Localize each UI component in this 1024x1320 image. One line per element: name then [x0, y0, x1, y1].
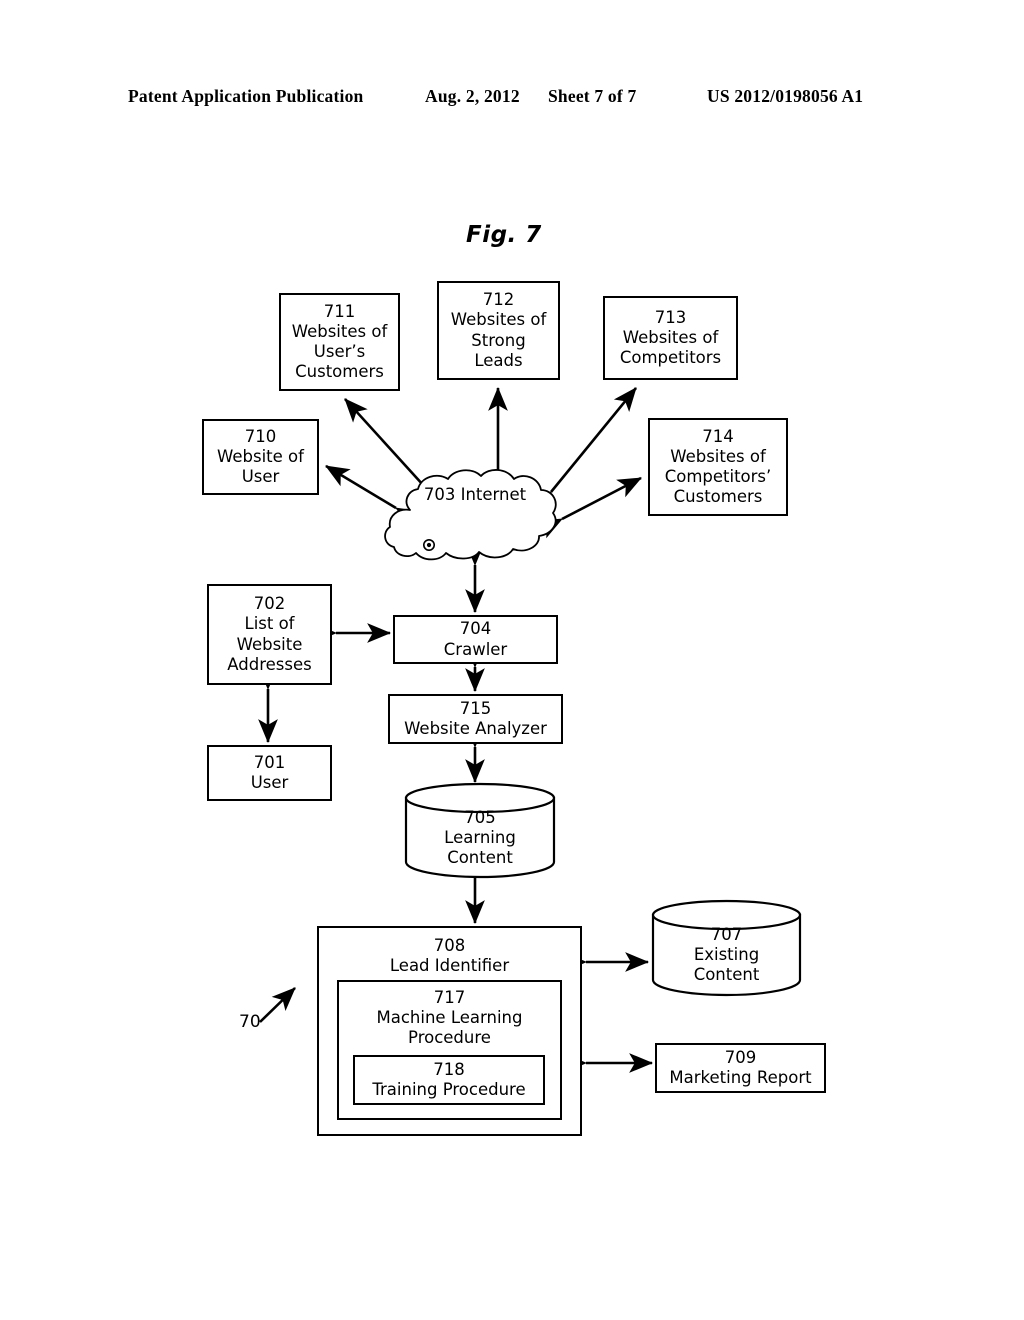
node-705-text: 705 Learning Content	[404, 808, 556, 868]
node-701-ref: 701	[253, 752, 286, 772]
node-702-caption: List of Website Addresses	[227, 614, 312, 674]
node-713-websites-of-competitors[interactable]: 713 Websites of Competitors	[603, 296, 738, 380]
node-708-ref: 708	[433, 936, 466, 955]
node-709-caption: Marketing Report	[669, 1068, 812, 1087]
node-707-ref: 707	[710, 925, 743, 944]
node-715-caption: Website Analyzer	[404, 719, 547, 738]
node-715-website-analyzer[interactable]: 715 Website Analyzer	[388, 694, 563, 744]
node-712-websites-of-strong-leads[interactable]: 712 Websites of Strong Leads	[437, 281, 560, 380]
node-702-list-of-website-addresses[interactable]: 702 List of Website Addresses	[207, 584, 332, 685]
node-710-caption: Website of User	[217, 446, 304, 487]
node-717-caption: Machine Learning Procedure	[376, 1008, 523, 1048]
node-703-text: 703 Internet	[380, 485, 570, 506]
cloud-shape	[384, 469, 557, 561]
node-714-caption: Websites of Competitors’ Customers	[664, 446, 772, 507]
node-713-ref: 713	[654, 307, 687, 327]
node-701-caption: User	[250, 773, 289, 792]
node-704-crawler[interactable]: 704 Crawler	[393, 615, 558, 664]
node-717-ref: 717	[433, 988, 466, 1007]
node-704-caption: Crawler	[443, 639, 508, 659]
node-708-caption: Lead Identifier	[389, 956, 510, 976]
node-707-existing-content[interactable]: 707 Existing Content	[651, 899, 802, 997]
node-715-ref: 715	[459, 698, 492, 718]
node-710-ref: 710	[244, 426, 277, 446]
node-707-caption: Existing Content	[693, 945, 760, 985]
node-705-caption: Learning Content	[444, 828, 516, 868]
node-704-ref: 704	[459, 619, 492, 639]
node-703-ref: 703	[423, 485, 456, 504]
node-709-ref: 709	[724, 1047, 757, 1067]
node-718-training-procedure[interactable]: 718 Training Procedure	[353, 1055, 545, 1105]
node-701-user[interactable]: 701 User	[207, 745, 332, 801]
node-714-ref: 714	[702, 426, 734, 446]
node-712-caption: Websites of Strong Leads	[450, 310, 547, 370]
node-707-text: 707 Existing Content	[651, 925, 802, 985]
system-reference-label: 70	[239, 1012, 261, 1032]
node-705-learning-content[interactable]: 705 Learning Content	[404, 782, 556, 879]
node-718-caption: Training Procedure	[372, 1080, 526, 1099]
node-711-caption: Websites of User’s Customers	[291, 321, 388, 382]
node-709-marketing-report[interactable]: 709 Marketing Report	[655, 1043, 826, 1093]
arrow-703-714	[537, 476, 642, 539]
node-702-ref: 702	[253, 594, 286, 614]
arrow-system-callout	[259, 987, 296, 1023]
node-714-websites-of-competitors-customers[interactable]: 714 Websites of Competitors’ Customers	[648, 418, 788, 516]
node-703-caption: Internet	[460, 485, 527, 504]
node-712-ref: 712	[482, 290, 515, 310]
node-710-website-of-user[interactable]: 710 Website of User	[202, 419, 319, 495]
node-711-websites-of-users-customers[interactable]: 711 Websites of User’s Customers	[279, 293, 400, 391]
node-711-ref: 711	[323, 301, 356, 321]
node-705-ref: 705	[464, 808, 496, 827]
node-713-caption: Websites of Competitors	[619, 327, 722, 368]
node-718-ref: 718	[433, 1059, 465, 1079]
node-703-internet[interactable]: 703 Internet	[380, 466, 570, 566]
